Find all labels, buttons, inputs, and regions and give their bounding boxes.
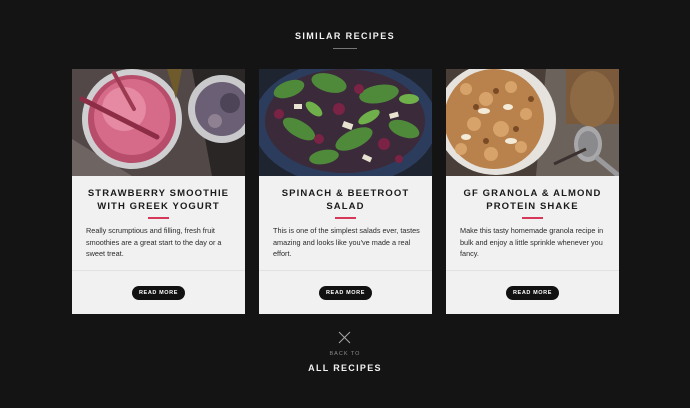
card-accent-rule	[335, 217, 356, 219]
card-title: STRAWBERRY SMOOTHIE WITH GREEK YOGURT	[87, 188, 230, 212]
read-more-button[interactable]: READ MORE	[319, 286, 372, 300]
card-description: Really scrumptious and filling, fresh fr…	[86, 226, 222, 258]
card-accent-rule	[522, 217, 543, 219]
title-divider	[333, 48, 357, 49]
card-accent-rule	[148, 217, 169, 219]
read-more-button[interactable]: READ MORE	[132, 286, 185, 300]
card-divider	[72, 270, 245, 271]
close-icon[interactable]	[338, 331, 351, 344]
section-title: SIMILAR RECIPES	[294, 31, 395, 41]
card-title: GF GRANOLA & ALMOND PROTEIN SHAKE	[463, 188, 602, 212]
card-title: SPINACH & BEETROOT SALAD	[281, 188, 410, 212]
granola-protein-shake-photo[interactable]	[446, 69, 619, 176]
strawberry-smoothie-photo[interactable]	[72, 69, 245, 176]
card-description: This is one of the simplest salads ever,…	[273, 226, 420, 258]
card-divider	[446, 270, 619, 271]
back-to-label: BACK TO	[329, 351, 361, 357]
spinach-beetroot-salad-photo[interactable]	[259, 69, 432, 176]
recipe-card-granola-protein-shake[interactable]: GF GRANOLA & ALMOND PROTEIN SHAKE Make t…	[446, 69, 619, 314]
all-recipes-link[interactable]: ALL RECIPES	[0, 363, 690, 373]
read-more-button[interactable]: READ MORE	[506, 286, 559, 300]
card-description: Make this tasty homemade granola recipe …	[460, 226, 604, 258]
recipe-card-strawberry-smoothie[interactable]: STRAWBERRY SMOOTHIE WITH GREEK YOGURT Re…	[72, 69, 245, 314]
recipe-cards: STRAWBERRY SMOOTHIE WITH GREEK YOGURT Re…	[72, 69, 619, 314]
recipe-card-spinach-beetroot-salad[interactable]: SPINACH & BEETROOT SALAD This is one of …	[259, 69, 432, 314]
card-divider	[259, 270, 432, 271]
